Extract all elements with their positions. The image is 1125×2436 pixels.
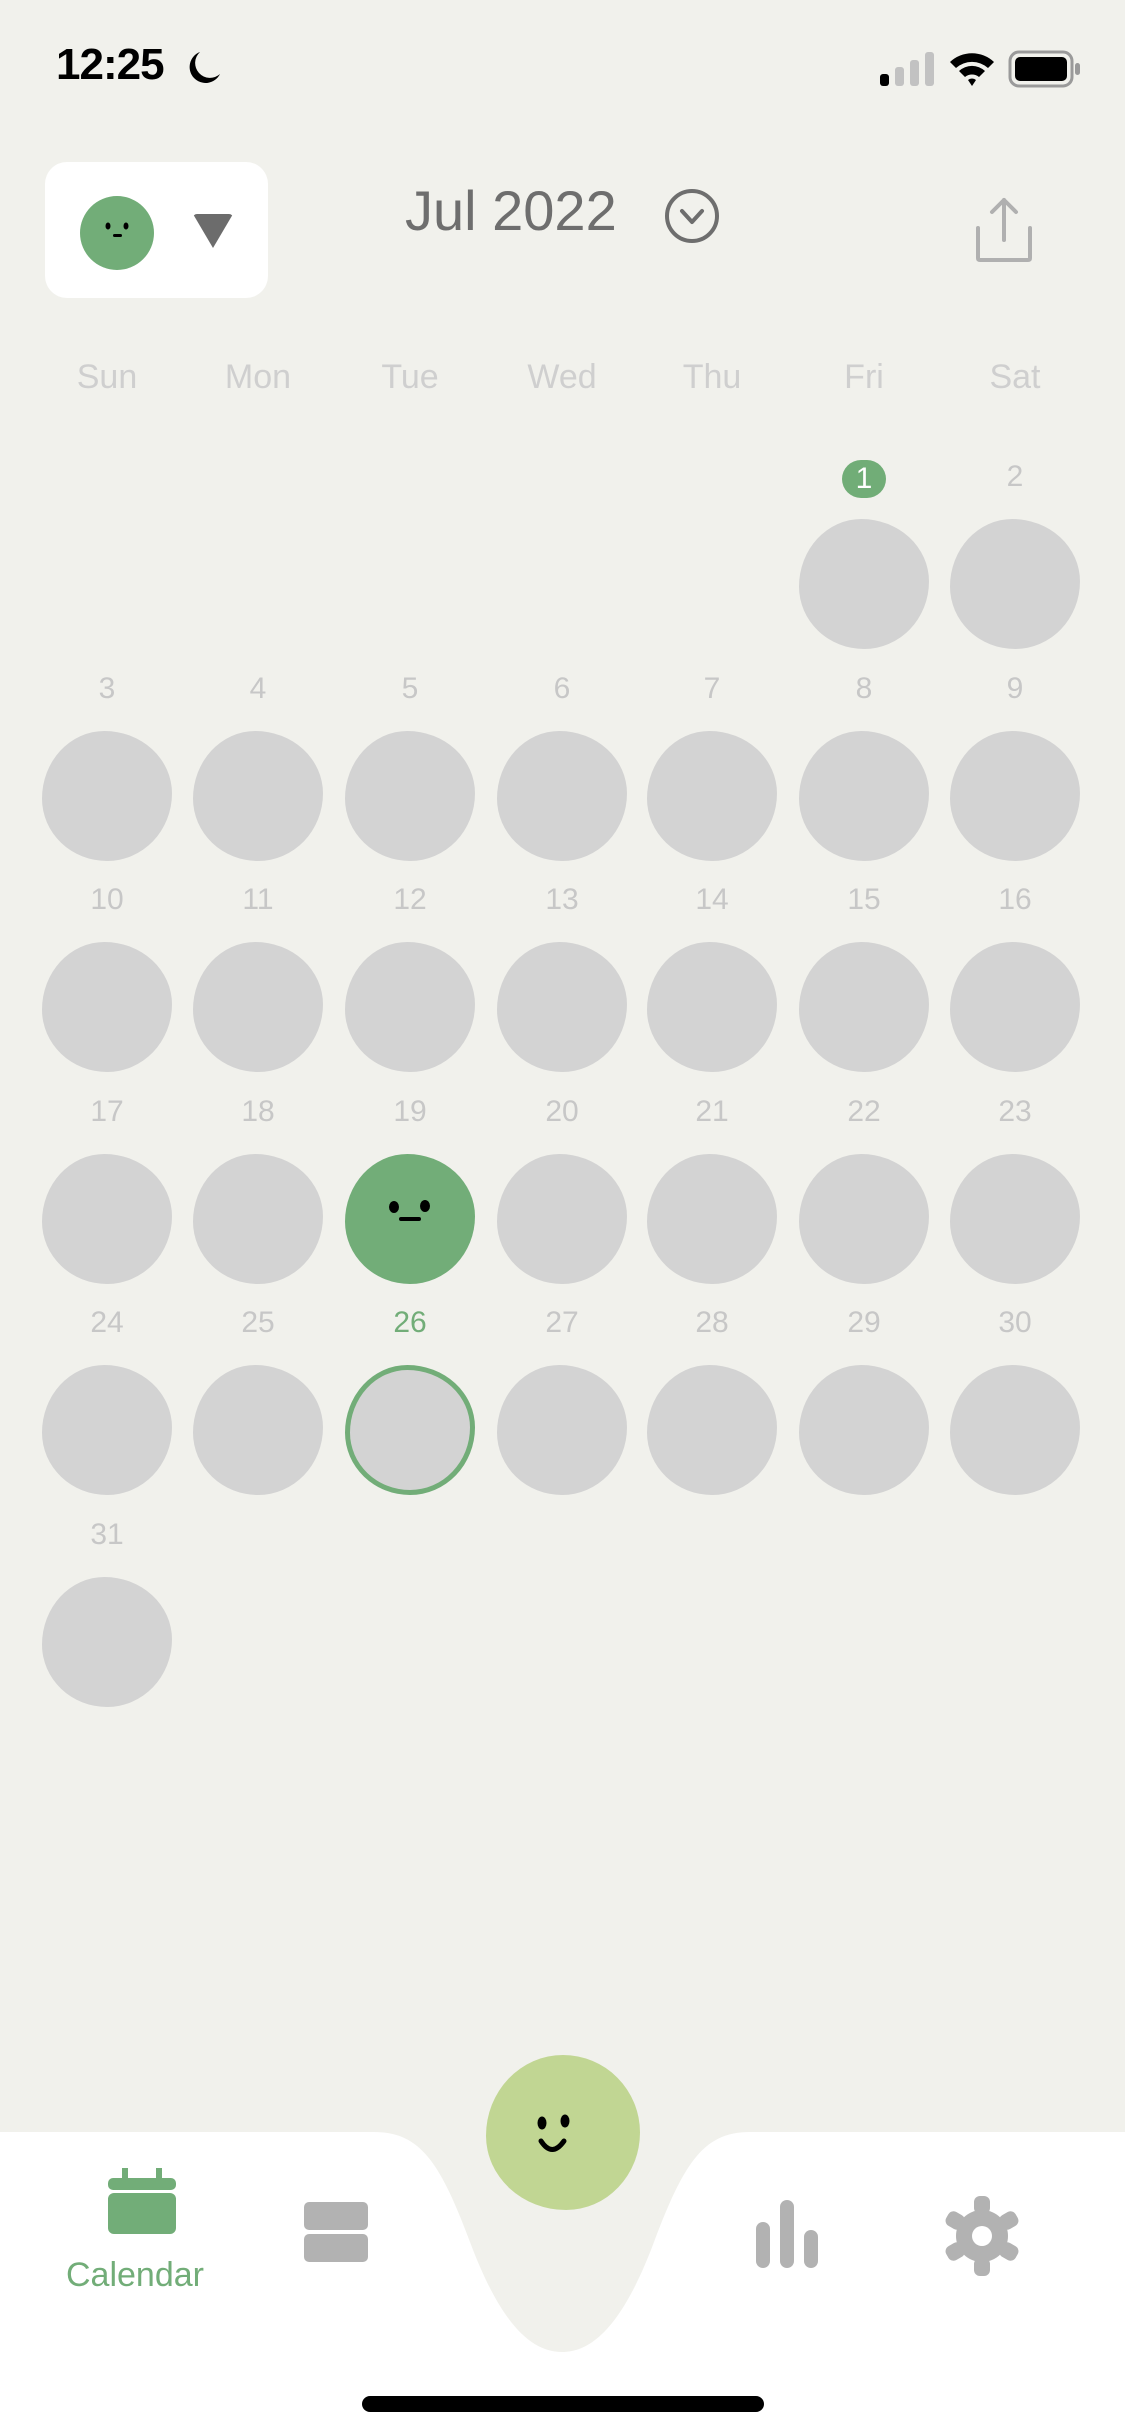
day-number: 6 [553, 671, 571, 705]
neutral-mood-icon [80, 196, 154, 270]
day-cell-empty[interactable] [799, 1153, 929, 1284]
day-cell-empty[interactable] [950, 519, 1080, 649]
tab-entries[interactable] [300, 2200, 372, 2266]
weekday-label: Sun [76, 358, 138, 396]
day-mood-entry[interactable] [345, 1153, 475, 1284]
day-cell-today[interactable] [345, 1365, 475, 1495]
day-cell-empty[interactable] [42, 942, 172, 1072]
day-number: 4 [249, 671, 267, 705]
day-number: 5 [401, 671, 419, 705]
day-number: 14 [695, 883, 729, 916]
weekday-label: Thu [682, 358, 742, 396]
bar-chart-icon [756, 2200, 818, 2268]
day-number: 10 [90, 883, 124, 916]
day-number: 17 [90, 1094, 124, 1128]
home-indicator [362, 2396, 764, 2412]
day-number: 29 [847, 1306, 881, 1339]
day-cell-empty[interactable] [345, 730, 475, 861]
day-number: 9 [1006, 671, 1024, 705]
wifi-icon [950, 53, 994, 86]
day-cell-empty[interactable] [799, 942, 929, 1072]
day-number: 12 [393, 883, 427, 916]
chevron-down-circle-icon[interactable] [664, 188, 720, 244]
weekday-label: Tue [381, 358, 439, 396]
day-number: 7 [703, 671, 721, 705]
weekday-label: Wed [527, 358, 597, 396]
mood-filter-button[interactable] [45, 162, 268, 298]
dropdown-triangle-icon [193, 214, 233, 248]
day-number: 23 [998, 1094, 1032, 1128]
cellular-signal-icon [880, 52, 934, 86]
gear-icon [945, 2196, 1019, 2276]
day-cell-empty[interactable] [42, 730, 172, 861]
day-number: 25 [241, 1306, 275, 1339]
day-cell-empty[interactable] [799, 519, 929, 649]
day-cell-empty[interactable] [497, 1153, 627, 1284]
day-cell-empty[interactable] [950, 942, 1080, 1072]
day-number: 11 [242, 883, 274, 916]
day-cell-empty[interactable] [42, 1576, 172, 1707]
status-bar: 12:25 [0, 0, 1125, 140]
day-cell-empty[interactable] [345, 942, 475, 1072]
neutral-mood-icon [389, 1199, 430, 1221]
day-number: 8 [855, 671, 873, 705]
day-number: 18 [241, 1094, 275, 1128]
day-number: 20 [545, 1094, 579, 1128]
day-number: 1 [824, 460, 904, 498]
day-number: 22 [847, 1094, 881, 1128]
day-cell-empty[interactable] [950, 1153, 1080, 1284]
share-icon[interactable] [972, 196, 1036, 264]
day-cell-empty[interactable] [193, 942, 323, 1072]
day-number: 28 [695, 1306, 729, 1339]
battery-icon [1008, 50, 1080, 88]
day-number: 21 [695, 1094, 729, 1128]
day-cell-empty[interactable] [193, 730, 323, 861]
status-time: 12:25 [56, 40, 165, 89]
weekday-label: Fri [844, 358, 884, 396]
day-cell-empty[interactable] [647, 1153, 777, 1284]
list-icon [304, 2202, 368, 2262]
day-cell-empty[interactable] [950, 730, 1080, 861]
day-number: 2 [1006, 460, 1024, 493]
day-cell-empty[interactable] [497, 1365, 627, 1495]
day-cell-empty[interactable] [647, 942, 777, 1072]
day-number: 26 [393, 1306, 427, 1339]
add-mood-button[interactable] [486, 2055, 640, 2210]
day-number: 31 [90, 1517, 124, 1551]
day-number: 15 [847, 883, 881, 916]
day-cell-empty[interactable] [799, 730, 929, 861]
day-number: 13 [545, 883, 579, 916]
day-cell-empty[interactable] [193, 1365, 323, 1495]
day-number: 16 [998, 883, 1032, 916]
tab-stats[interactable] [752, 2198, 824, 2270]
day-number: 3 [98, 671, 116, 705]
day-number: 30 [998, 1306, 1032, 1339]
day-number: 19 [393, 1094, 427, 1128]
day-cell-empty[interactable] [42, 1153, 172, 1284]
day-cell-empty[interactable] [799, 1365, 929, 1495]
day-cell-empty[interactable] [497, 942, 627, 1072]
tab-settings[interactable] [940, 2194, 1024, 2278]
day-number: 27 [545, 1306, 579, 1339]
day-cell-empty[interactable] [950, 1365, 1080, 1495]
day-cell-empty[interactable] [497, 730, 627, 861]
weekday-label: Mon [224, 358, 292, 396]
day-cell-empty[interactable] [42, 1365, 172, 1495]
day-cell-empty[interactable] [193, 1153, 323, 1284]
smile-face-icon [537, 2114, 570, 2152]
moon-icon [189, 52, 220, 83]
tab-calendar-label: Calendar [66, 2256, 204, 2294]
weekday-label: Sat [989, 358, 1041, 396]
day-cell-empty[interactable] [647, 730, 777, 861]
month-title[interactable]: Jul 2022 [405, 178, 617, 243]
calendar-icon [108, 2168, 176, 2234]
day-number: 24 [90, 1306, 124, 1339]
day-badge: 1 [841, 460, 887, 498]
day-cell-empty[interactable] [647, 1365, 777, 1495]
